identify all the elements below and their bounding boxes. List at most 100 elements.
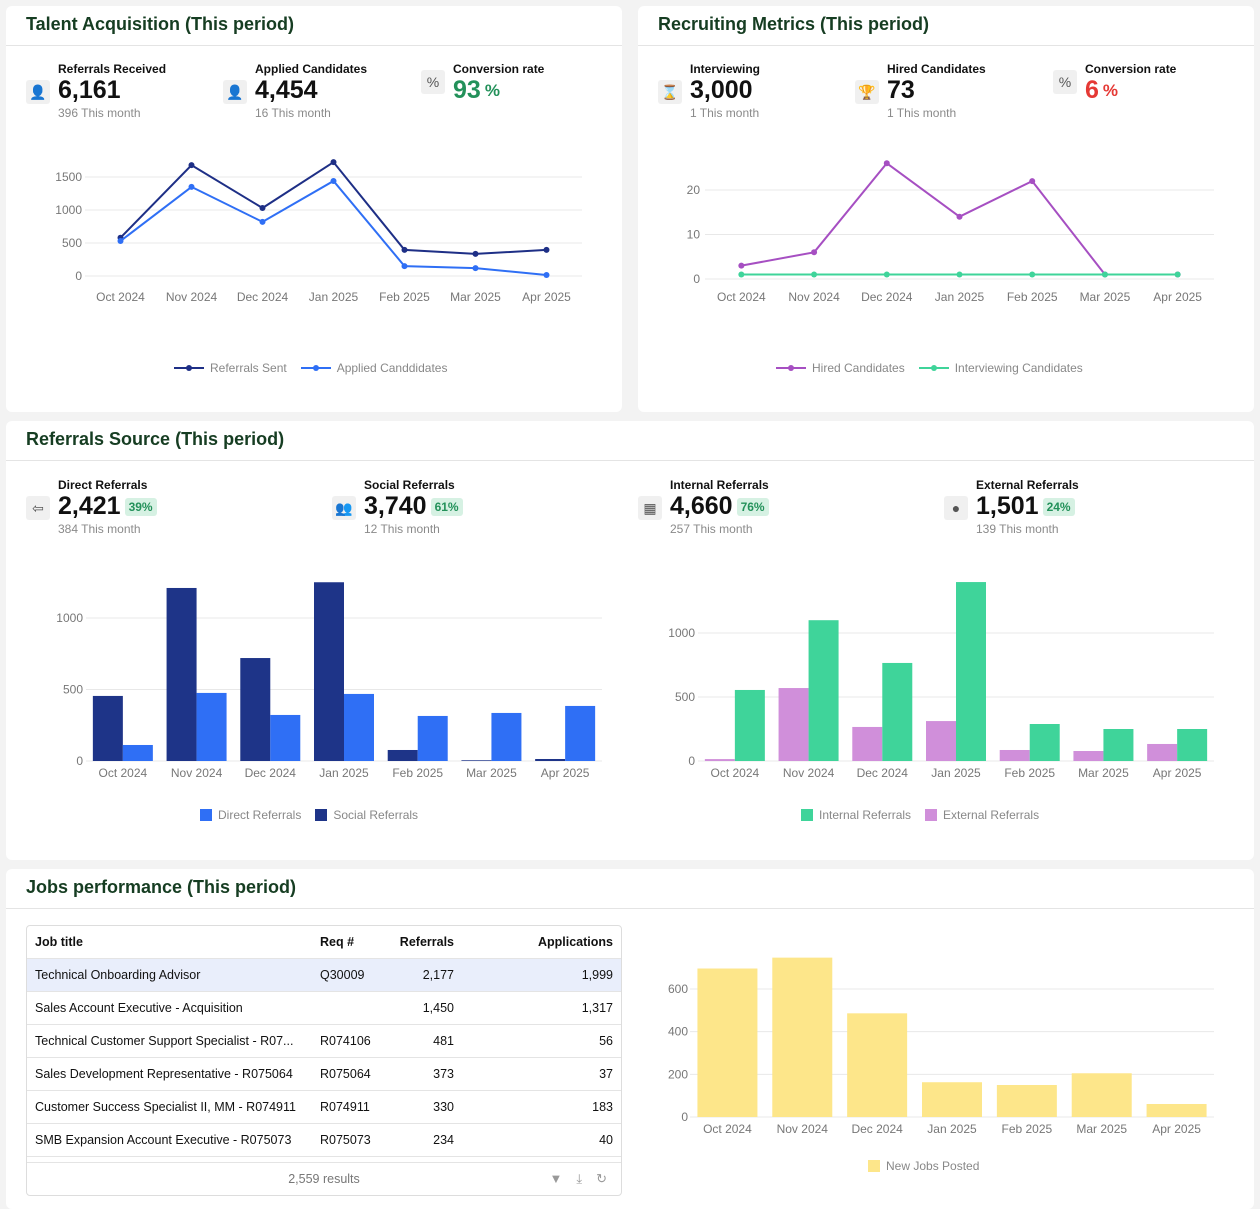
- x-tick-label: Jan 2025: [309, 290, 359, 304]
- x-tick-label: Mar 2025: [1076, 1122, 1127, 1136]
- y-tick-label: 500: [62, 236, 82, 250]
- legend-swatch: [315, 809, 328, 821]
- legend-item[interactable]: Social Referrals: [315, 808, 418, 822]
- y-tick-label: 0: [688, 754, 695, 768]
- chart-legend: Hired Candidates Interviewing Candidates: [776, 361, 1083, 375]
- y-tick-label: 0: [681, 1110, 688, 1124]
- x-tick-label: Oct 2024: [717, 290, 766, 304]
- x-tick-label: Jan 2025: [927, 1122, 977, 1136]
- legend-item[interactable]: New Jobs Posted: [868, 1159, 979, 1173]
- bar: [704, 759, 735, 761]
- data-point: [811, 271, 818, 278]
- x-tick-label: Feb 2025: [1001, 1122, 1052, 1136]
- y-tick-label: 1500: [55, 170, 82, 184]
- chart-legend: Internal Referrals External Referrals: [801, 808, 1039, 822]
- legend-swatch: [925, 809, 938, 821]
- legend-label: Internal Referrals: [819, 808, 912, 822]
- bar: [697, 968, 758, 1117]
- bar: [926, 721, 956, 761]
- bar: [852, 726, 883, 761]
- chart-legend: Direct Referrals Social Referrals: [200, 808, 418, 822]
- data-point: [330, 159, 337, 166]
- legend-item[interactable]: Internal Referrals: [801, 808, 911, 822]
- data-point: [811, 249, 818, 256]
- jobs-performance-card: Jobs performance (This period) Job title…: [6, 869, 1254, 1209]
- legend-label: Applied Canddidates: [336, 361, 448, 375]
- legend-swatch: [868, 1160, 880, 1172]
- bar: [1103, 729, 1134, 761]
- talent-line-chart: 0 500 1000 1500 Oct 2024 Nov 2024 Dec 2024 Jan …: [55, 159, 582, 304]
- x-tick-label: Nov 2024: [166, 290, 218, 304]
- data-point: [883, 160, 890, 167]
- data-point: [1029, 271, 1036, 278]
- data-point: [1174, 271, 1181, 278]
- bar: [778, 688, 809, 761]
- x-tick-label: Jan 2025: [935, 290, 985, 304]
- legend-item[interactable]: Referrals Sent: [174, 361, 287, 375]
- data-point: [188, 162, 195, 169]
- legend-swatch: [801, 809, 813, 821]
- data-point: [543, 272, 550, 279]
- y-tick-label: 0: [75, 269, 82, 283]
- bar: [772, 957, 833, 1117]
- x-tick-label: Feb 2025: [1007, 290, 1058, 304]
- series-line: [119, 179, 547, 277]
- legend-swatch: [776, 365, 806, 371]
- bar: [808, 620, 839, 761]
- legend-item[interactable]: Direct Referrals: [200, 808, 301, 822]
- x-tick-label: Dec 2024: [237, 290, 289, 304]
- legend-label: New Jobs Posted: [886, 1159, 980, 1173]
- data-point: [401, 246, 408, 253]
- referrals-source-card: Referrals Source (This period) ⇦ Direct …: [6, 421, 1254, 860]
- y-tick-label: 600: [668, 982, 688, 996]
- bar: [922, 1082, 982, 1117]
- x-tick-label: Dec 2024: [851, 1122, 903, 1136]
- x-tick-label: Nov 2024: [783, 766, 835, 780]
- data-point: [401, 263, 408, 270]
- data-point: [956, 271, 963, 278]
- data-point: [472, 250, 479, 257]
- data-point: [956, 213, 963, 220]
- data-point: [738, 271, 745, 278]
- legend-swatch: [918, 365, 949, 371]
- legend-swatch: [200, 809, 212, 821]
- x-tick-label: Feb 2025: [1004, 766, 1055, 780]
- x-tick-label: Dec 2024: [857, 766, 909, 780]
- x-tick-label: Mar 2025: [1078, 766, 1129, 780]
- legend-item[interactable]: Applied Canddidates: [300, 361, 448, 375]
- legend-label: Referrals Sent: [210, 361, 287, 375]
- data-point: [738, 262, 745, 269]
- legend-swatch: [300, 365, 331, 371]
- y-tick-label: 400: [668, 1025, 688, 1039]
- internal-external-bar-chart: 0 500 1000 Oct 2024 Nov 2024 Dec 2024 Jan 2025…: [668, 582, 1214, 780]
- x-tick-label: Oct 2024: [711, 766, 760, 780]
- bar: [1073, 751, 1104, 761]
- legend-item[interactable]: Interviewing Candidates: [918, 361, 1083, 375]
- bar: [882, 662, 913, 761]
- data-point: [543, 246, 550, 253]
- x-tick-label: Oct 2024: [96, 290, 145, 304]
- x-tick-label: Nov 2024: [777, 1122, 829, 1136]
- chart-legend: Referrals Sent Applied Canddidates: [174, 361, 447, 375]
- legend-label: Direct Referrals: [218, 808, 302, 822]
- bar: [1177, 729, 1208, 761]
- legend-item[interactable]: External Referrals: [925, 808, 1039, 822]
- bar: [996, 1085, 1057, 1117]
- legend-swatch: [174, 365, 204, 371]
- x-tick-label: Apr 2025: [1153, 766, 1202, 780]
- x-tick-label: Apr 2025: [522, 290, 571, 304]
- bar: [1147, 743, 1178, 761]
- data-point: [1029, 178, 1036, 185]
- talent-acquisition-card: Talent Acquisition (This period) 👤 Refer…: [6, 6, 622, 412]
- bar: [1029, 724, 1060, 761]
- bar: [999, 749, 1030, 761]
- data-point: [259, 218, 266, 225]
- y-tick-label: 1000: [668, 626, 695, 640]
- bar: [1071, 1073, 1132, 1117]
- recruiting-line-chart: 0 10 20 Oct 2024 Nov 2024 Dec 2024 Jan 2025 Feb…: [687, 160, 1214, 304]
- legend-label: Hired Candidates: [812, 361, 905, 375]
- legend-item[interactable]: Hired Candidates: [776, 361, 905, 375]
- bar: [1146, 1103, 1207, 1117]
- legend-label: Interviewing Candidates: [954, 361, 1083, 375]
- y-tick-label: 10: [687, 228, 701, 242]
